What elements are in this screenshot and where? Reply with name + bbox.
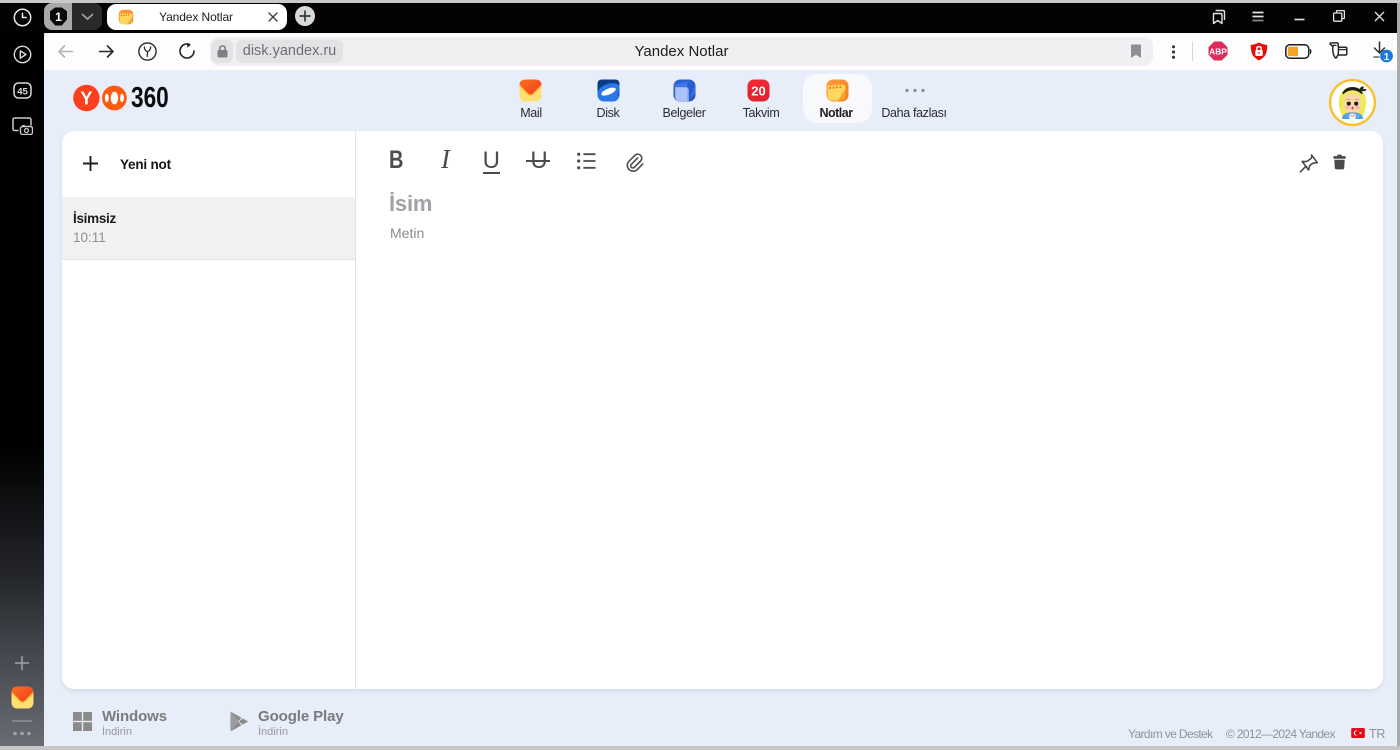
svg-text:45: 45: [17, 87, 28, 98]
svg-text:1: 1: [55, 10, 62, 24]
svg-text:1: 1: [1384, 52, 1390, 63]
svg-text:ABP: ABP: [1209, 47, 1227, 57]
svg-text:Y: Y: [80, 88, 92, 108]
svg-text:20: 20: [751, 83, 765, 98]
